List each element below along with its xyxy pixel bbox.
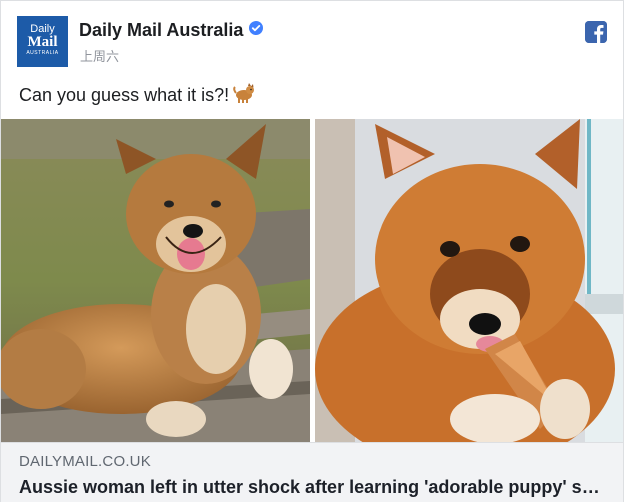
facebook-post: Daily Mail AUSTRALIA Daily Mail Australi… [0, 0, 624, 502]
avatar-line2: Mail [27, 34, 58, 50]
post-caption: Can you guess what it is?! [19, 83, 255, 108]
page-avatar[interactable]: Daily Mail AUSTRALIA [17, 16, 68, 67]
post-timestamp[interactable]: 上周六 [80, 46, 119, 65]
post-header: Daily Mail AUSTRALIA Daily Mail Australi… [1, 1, 623, 73]
verified-check-icon [249, 19, 264, 35]
link-headline[interactable]: Aussie woman left in utter shock after l… [19, 477, 609, 498]
dingo-puppy-photo-right[interactable] [315, 119, 623, 442]
dingo-puppy-photo-left[interactable] [1, 119, 310, 442]
caption-text: Can you guess what it is?! [19, 85, 230, 105]
facebook-icon[interactable] [585, 21, 607, 43]
dog-emoji-icon [233, 83, 255, 108]
link-preview[interactable]: DAILYMAIL.CO.UK Aussie woman left in utt… [1, 442, 623, 502]
avatar-line3: AUSTRALIA [26, 50, 59, 56]
link-domain: DAILYMAIL.CO.UK [19, 453, 151, 470]
page-name-link[interactable]: Daily Mail Australia [79, 20, 243, 40]
page-name-row: Daily Mail Australia [79, 19, 264, 41]
photo-grid [1, 119, 623, 442]
